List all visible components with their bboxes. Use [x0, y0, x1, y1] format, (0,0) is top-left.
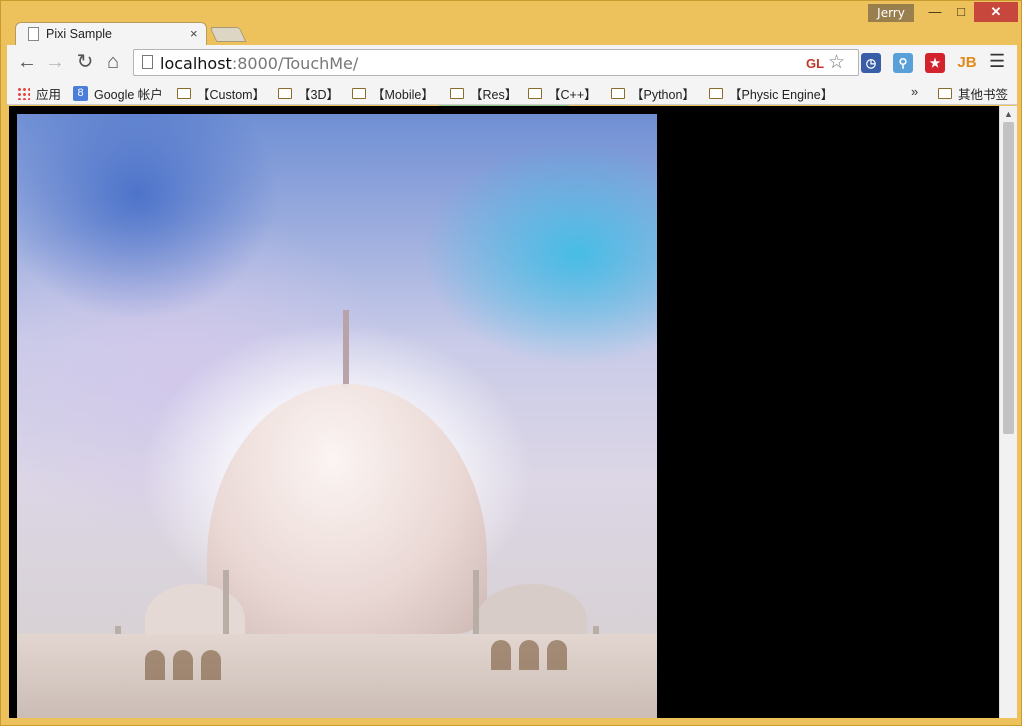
bookmark-label: 【Res】 — [470, 87, 518, 102]
tab-close-icon[interactable]: × — [190, 26, 198, 41]
tab-pixi-sample[interactable]: Pixi Sample × — [15, 22, 207, 46]
arch — [201, 650, 221, 680]
bookmarks-bar: 应用 8 Google 帐户 【Custom】 【3D】 【Mobile】 【R… — [7, 81, 1017, 112]
folder-icon — [450, 87, 464, 99]
scroll-thumb[interactable] — [1003, 122, 1014, 434]
folder-icon — [611, 87, 625, 99]
arch — [519, 640, 539, 670]
arch — [145, 650, 165, 680]
arrow-left-icon[interactable]: ← — [15, 50, 39, 74]
bookmark-folder-other[interactable]: 其他书签 — [938, 84, 1008, 102]
home-icon[interactable]: ⌂ — [101, 50, 125, 74]
search-extension-icon[interactable]: ⚲ — [893, 53, 913, 73]
bookmark-folder-python[interactable]: 【Python】 — [611, 84, 695, 102]
bookmarks-overflow-button[interactable]: » — [911, 84, 918, 99]
url-host: localhost — [160, 54, 232, 73]
bookmark-google-account[interactable]: 8 Google 帐户 — [73, 84, 163, 102]
page-icon — [28, 27, 39, 41]
webgl-extension-icon[interactable]: GL — [806, 56, 824, 71]
bookmark-apps[interactable]: 应用 — [17, 84, 61, 102]
pdf-extension-icon[interactable]: ★ — [925, 53, 945, 73]
star-icon[interactable]: ☆ — [828, 51, 845, 74]
folder-icon — [709, 87, 723, 99]
bookmark-folder-cpp[interactable]: 【C++】 — [528, 84, 597, 102]
arrow-right-icon[interactable]: → — [43, 50, 67, 74]
folder-icon — [177, 87, 191, 99]
folder-icon — [528, 87, 542, 99]
main-dome — [207, 384, 487, 634]
vertical-scrollbar[interactable]: ▲ — [999, 106, 1017, 718]
address-bar[interactable]: localhost:8000/TouchMe/ GL ☆ — [133, 49, 859, 76]
bookmark-label: 其他书签 — [958, 87, 1009, 102]
profile-badge[interactable]: Jerry — [868, 4, 914, 22]
bookmark-label: 应用 — [36, 87, 62, 102]
bookmark-label: 【C++】 — [548, 87, 597, 102]
arch — [173, 650, 193, 680]
title-bar: Jerry — □ ✕ Pixi Sample × — [1, 1, 1022, 46]
scroll-up-icon[interactable]: ▲ — [1004, 109, 1013, 119]
bookmark-folder-physic-engine[interactable]: 【Physic Engine】 — [709, 84, 833, 102]
toolbar: ← → ↻ ⌂ localhost:8000/TouchMe/ GL ☆ ◷ ⚲… — [7, 45, 1017, 81]
bookmark-label: 【Mobile】 — [372, 87, 434, 102]
page-viewport — [9, 106, 999, 718]
bookmark-label: Google 帐户 — [94, 87, 163, 102]
hamburger-menu-icon[interactable]: ☰ — [989, 51, 1005, 72]
clock-extension-icon[interactable]: ◷ — [861, 53, 881, 73]
pixi-canvas[interactable] — [17, 114, 657, 718]
bookmark-label: 【Physic Engine】 — [729, 87, 834, 102]
url-text: localhost:8000/TouchMe/ — [160, 54, 358, 73]
bookmark-label: 【Custom】 — [197, 87, 266, 102]
bookmark-folder-mobile[interactable]: 【Mobile】 — [352, 84, 434, 102]
folder-icon — [938, 87, 952, 99]
folder-icon — [278, 87, 292, 99]
bookmark-folder-custom[interactable]: 【Custom】 — [177, 84, 265, 102]
close-window-button[interactable]: ✕ — [974, 2, 1018, 22]
dome-spire — [343, 310, 349, 388]
bookmark-label: 【Python】 — [631, 87, 695, 102]
minimize-button[interactable]: — — [922, 2, 948, 22]
new-tab-button[interactable] — [209, 27, 247, 42]
arch — [547, 640, 567, 670]
arch — [491, 640, 511, 670]
bookmark-folder-res[interactable]: 【Res】 — [450, 84, 517, 102]
page-icon — [142, 55, 153, 69]
jetbrains-extension-icon[interactable]: JB — [957, 53, 977, 73]
tab-title: Pixi Sample — [46, 27, 112, 41]
bookmark-label: 【3D】 — [298, 87, 339, 102]
maximize-button[interactable]: □ — [948, 2, 974, 22]
apps-grid-icon — [17, 86, 30, 100]
folder-icon — [352, 87, 366, 99]
browser-window: Jerry — □ ✕ Pixi Sample × ← → ↻ ⌂ localh… — [0, 0, 1022, 726]
bookmark-folder-3d[interactable]: 【3D】 — [278, 84, 339, 102]
reload-icon[interactable]: ↻ — [73, 50, 97, 74]
google-icon: 8 — [73, 85, 88, 101]
url-path: :8000/TouchMe/ — [231, 54, 359, 73]
